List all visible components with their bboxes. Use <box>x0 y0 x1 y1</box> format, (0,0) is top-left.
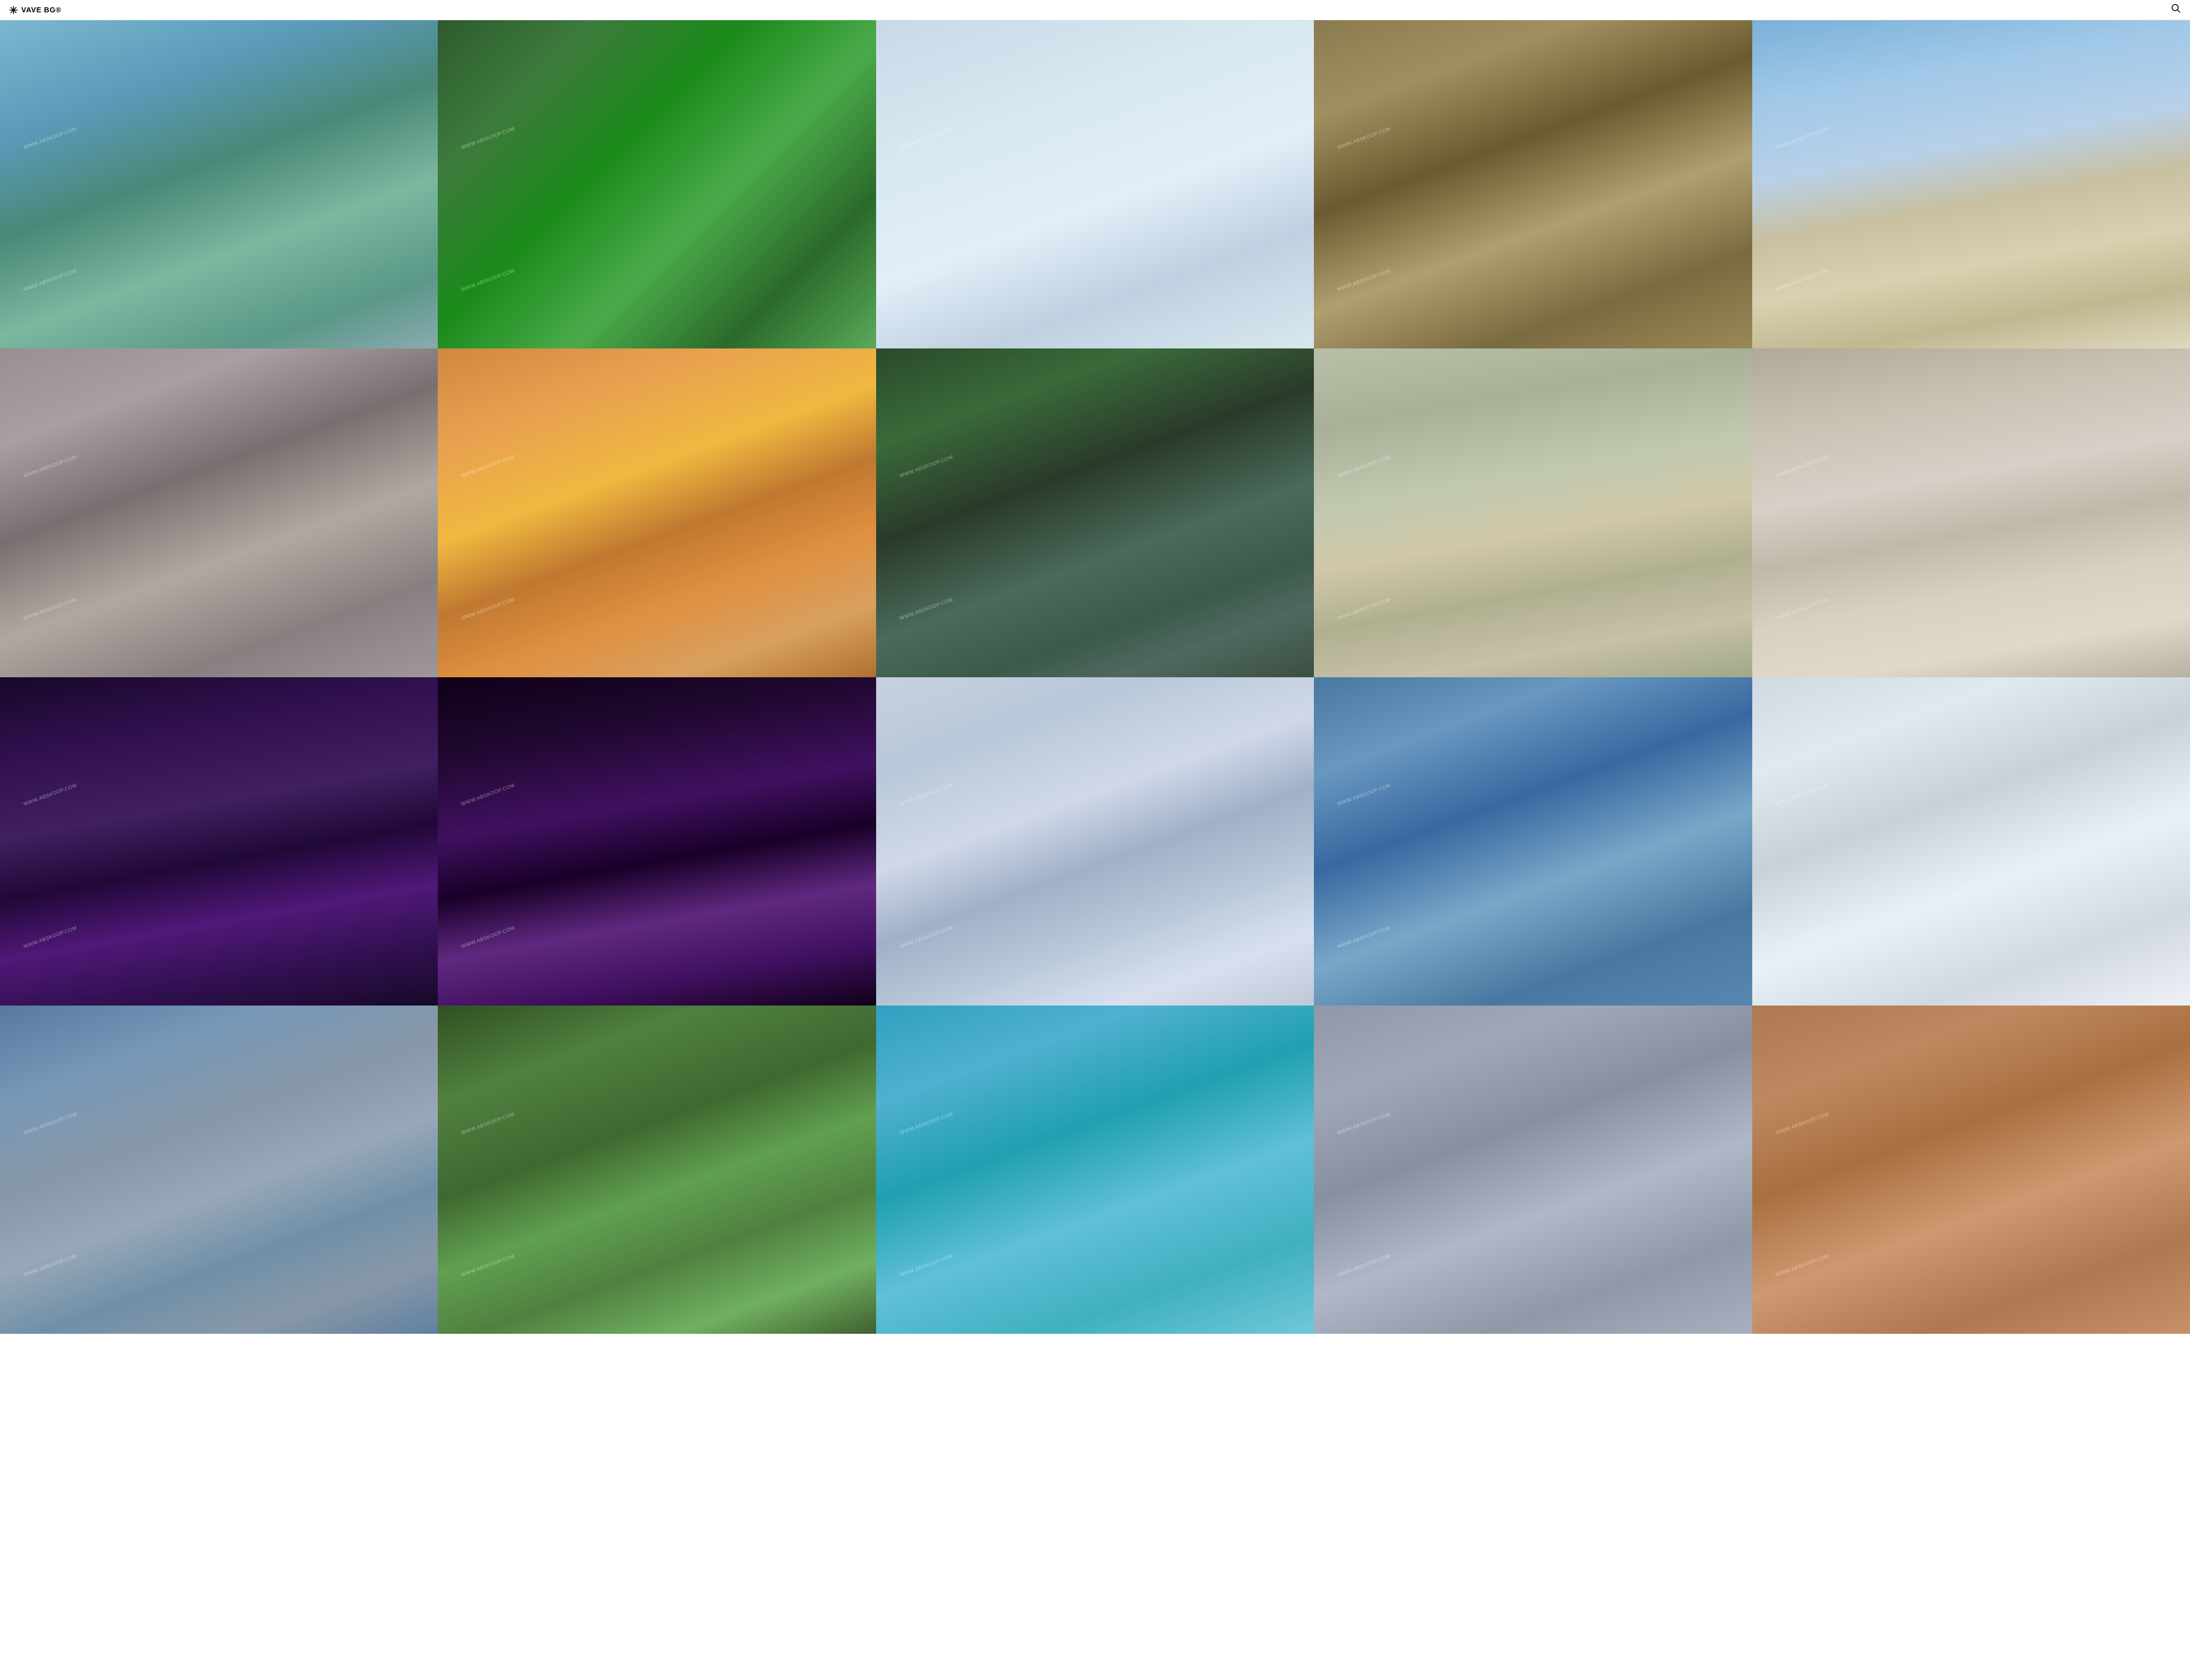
search-icon <box>2171 3 2181 13</box>
grid-item-white-snow-rocks[interactable]: WWW.ABSKOOP.COM WWW.ABSKOOP.COM <box>1752 677 2190 1006</box>
watermark-2: WWW.ABSKOOP.COM <box>1775 596 1830 621</box>
grid-item-snowy-mountains[interactable]: WWW.ABSKOOP.COM WWW.ABSKOOP.COM <box>0 1006 438 1334</box>
grid-item-forest-lake[interactable]: WWW.ABSKOOP.COM WWW.ABSKOOP.COM <box>876 348 1314 677</box>
grid-item-brooklyn-bridge[interactable]: WWW.ABSKOOP.COM WWW.ABSKOOP.COM <box>1314 20 1752 348</box>
watermark: WWW.ABSKOOP.COM <box>22 1111 77 1136</box>
watermark: WWW.ABSKOOP.COM <box>22 126 77 150</box>
snowflake-icon <box>9 6 18 15</box>
watermark: WWW.ABSKOOP.COM <box>1775 783 1830 807</box>
grid-item-iceberg-water[interactable]: WWW.ABSKOOP.COM WWW.ABSKOOP.COM <box>876 1006 1314 1334</box>
watermark-2: WWW.ABSKOOP.COM <box>22 925 77 949</box>
grid-item-snow-people[interactable]: WWW.ABSKOOP.COM WWW.ABSKOOP.COM <box>876 20 1314 348</box>
watermark: WWW.ABSKOOP.COM <box>1337 1111 1392 1136</box>
watermark-2: WWW.ABSKOOP.COM <box>22 596 77 621</box>
grid-item-gas-night-1[interactable]: WWW.ABSKOOP.COM WWW.ABSKOOP.COM <box>0 677 438 1006</box>
grid-item-gas-station-1[interactable]: WWW.ABSKOOP.COM WWW.ABSKOOP.COM <box>1752 20 2190 348</box>
header: VAVE BG® <box>0 0 2190 20</box>
search-button[interactable] <box>2171 3 2181 16</box>
watermark: WWW.ABSKOOP.COM <box>1337 783 1392 807</box>
grid-item-bare-tree-water[interactable]: WWW.ABSKOOP.COM WWW.ABSKOOP.COM <box>1314 1006 1752 1334</box>
watermark-2: WWW.ABSKOOP.COM <box>22 1253 77 1278</box>
watermark-2: WWW.ABSKOOP.COM <box>1337 268 1392 292</box>
watermark-2: WWW.ABSKOOP.COM <box>899 925 954 949</box>
watermark: WWW.ABSKOOP.COM <box>899 1111 954 1136</box>
watermark: WWW.ABSKOOP.COM <box>899 454 954 479</box>
watermark-2: WWW.ABSKOOP.COM <box>899 268 954 292</box>
grid-item-white-canyon[interactable]: WWW.ABSKOOP.COM WWW.ABSKOOP.COM <box>876 677 1314 1006</box>
watermark: WWW.ABSKOOP.COM <box>1775 126 1830 150</box>
watermark: WWW.ABSKOOP.COM <box>899 783 954 807</box>
grid-item-skater-sunset[interactable]: WWW.ABSKOOP.COM WWW.ABSKOOP.COM <box>438 348 876 677</box>
header-logo: VAVE BG® <box>9 6 61 15</box>
grid-item-tennis[interactable]: WWW.ABSKOOP.COM WWW.ABSKOOP.COM <box>0 20 438 348</box>
watermark: WWW.ABSKOOP.COM <box>461 126 516 150</box>
watermark: WWW.ABSKOOP.COM <box>1337 454 1392 479</box>
watermark-2: WWW.ABSKOOP.COM <box>461 596 516 621</box>
watermark-2: WWW.ABSKOOP.COM <box>22 268 77 292</box>
grid-item-glacier-cave[interactable]: WWW.ABSKOOP.COM WWW.ABSKOOP.COM <box>1314 677 1752 1006</box>
watermark: WWW.ABSKOOP.COM <box>1775 1111 1830 1136</box>
grid-item-skater-street[interactable]: WWW.ABSKOOP.COM WWW.ABSKOOP.COM <box>0 348 438 677</box>
watermark: WWW.ABSKOOP.COM <box>461 454 516 479</box>
watermark-2: WWW.ABSKOOP.COM <box>461 925 516 949</box>
watermark-2: WWW.ABSKOOP.COM <box>1337 1253 1392 1278</box>
watermark-2: WWW.ABSKOOP.COM <box>1337 596 1392 621</box>
watermark: WWW.ABSKOOP.COM <box>461 1111 516 1136</box>
watermark-2: WWW.ABSKOOP.COM <box>1775 268 1830 292</box>
watermark: WWW.ABSKOOP.COM <box>22 783 77 807</box>
watermark: WWW.ABSKOOP.COM <box>1337 126 1392 150</box>
grid-item-apartment-buildings[interactable]: WWW.ABSKOOP.COM WWW.ABSKOOP.COM <box>1752 348 2190 677</box>
watermark-2: WWW.ABSKOOP.COM <box>461 268 516 292</box>
grid-item-motel-car[interactable]: WWW.ABSKOOP.COM WWW.ABSKOOP.COM <box>1314 348 1752 677</box>
grid-item-legs-sand[interactable]: WWW.ABSKOOP.COM WWW.ABSKOOP.COM <box>1752 1006 2190 1334</box>
watermark-2: WWW.ABSKOOP.COM <box>899 1253 954 1278</box>
grid-item-yosemite[interactable]: WWW.ABSKOOP.COM WWW.ABSKOOP.COM <box>438 1006 876 1334</box>
grid-item-park-pool[interactable]: WWW.ABSKOOP.COM WWW.ABSKOOP.COM <box>438 20 876 348</box>
watermark: WWW.ABSKOOP.COM <box>1775 454 1830 479</box>
watermark: WWW.ABSKOOP.COM <box>461 783 516 807</box>
watermark-2: WWW.ABSKOOP.COM <box>1775 1253 1830 1278</box>
grid: WWW.ABSKOOP.COMWWW.ABSKOOP.COMWWW.ABSKOO… <box>0 20 2190 1334</box>
watermark: WWW.ABSKOOP.COM <box>899 126 954 150</box>
grid-item-gas-night-2[interactable]: WWW.ABSKOOP.COM WWW.ABSKOOP.COM <box>438 677 876 1006</box>
watermark: WWW.ABSKOOP.COM <box>22 454 77 479</box>
watermark-2: WWW.ABSKOOP.COM <box>899 596 954 621</box>
site-title: VAVE BG® <box>21 6 61 14</box>
image-grid: WWW.ABSKOOP.COMWWW.ABSKOOP.COMWWW.ABSKOO… <box>0 20 2190 1334</box>
watermark-2: WWW.ABSKOOP.COM <box>1775 925 1830 949</box>
watermark-2: WWW.ABSKOOP.COM <box>461 1253 516 1278</box>
watermark-2: WWW.ABSKOOP.COM <box>1337 925 1392 949</box>
